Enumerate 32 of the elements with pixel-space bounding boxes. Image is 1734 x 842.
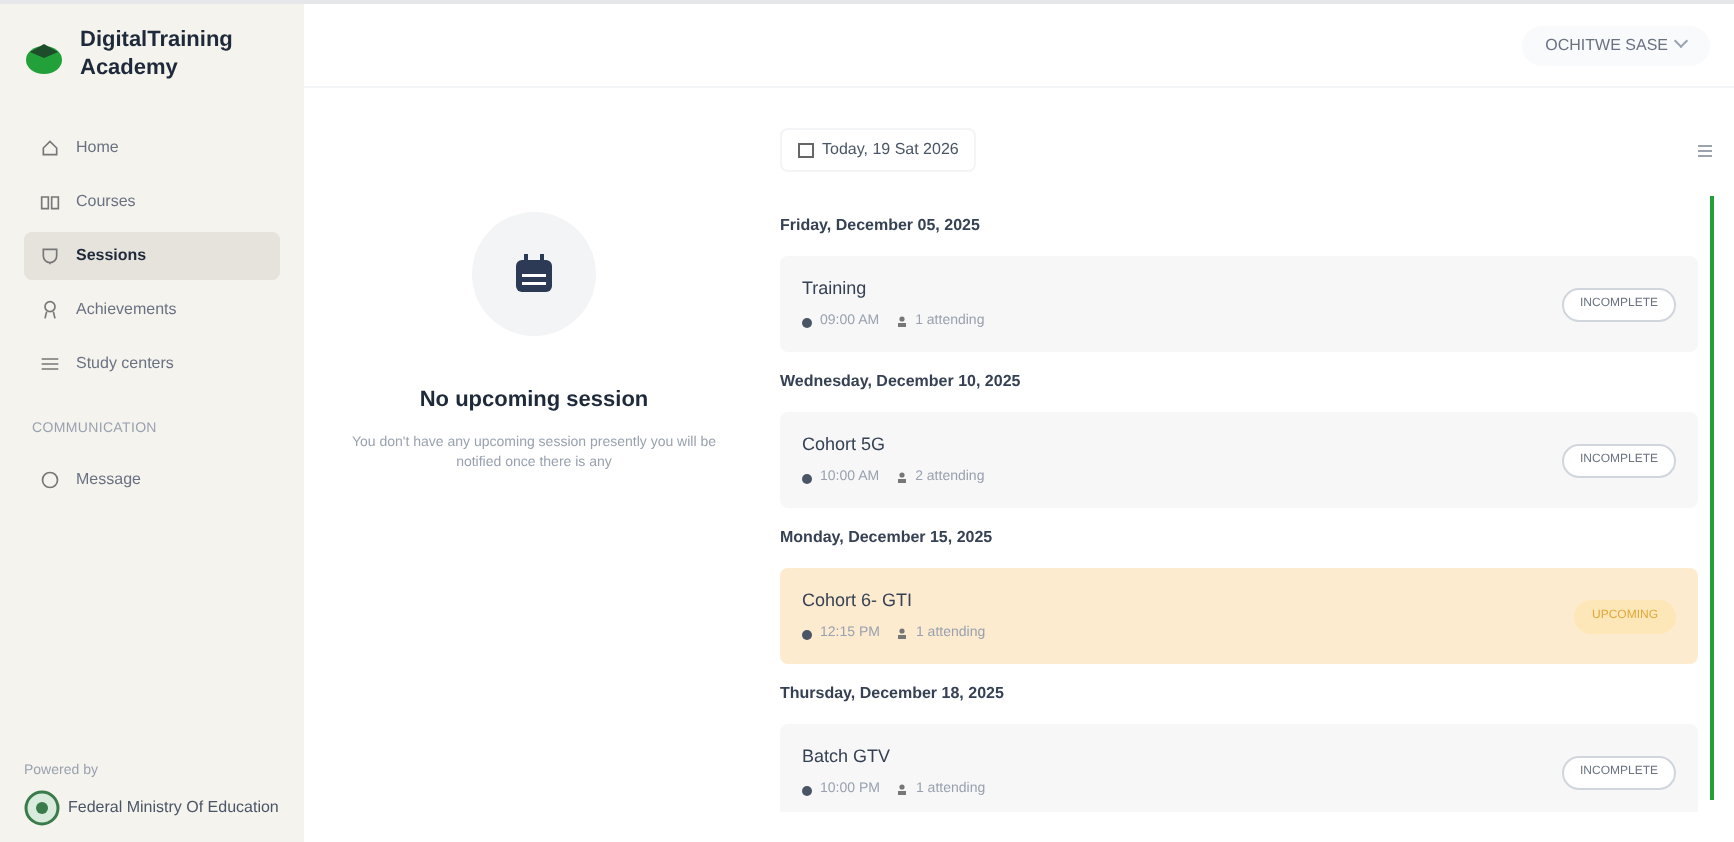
date-field[interactable]: Today, 19 Sat 2026: [780, 128, 977, 172]
date-heading: Thursday, December 18, 2025: [780, 682, 1006, 706]
award-icon: [40, 299, 60, 319]
brand-name: DigitalTraining Academy: [80, 28, 235, 83]
nav-item[interactable]: Study centers: [24, 339, 280, 387]
date-heading: Friday, December 05, 2025: [780, 214, 982, 238]
emblem-icon: [24, 790, 60, 826]
nav-item[interactable]: Message: [24, 456, 280, 504]
list-icon: [40, 353, 60, 373]
session-title: Cohort 6- GTI: [802, 587, 915, 613]
person-icon: [895, 784, 908, 797]
filter-icon[interactable]: [1696, 141, 1714, 159]
session-title: Batch GTV: [802, 743, 893, 769]
session-title: Cohort 5G: [802, 431, 888, 457]
nav-item[interactable]: Courses: [24, 177, 280, 225]
person-icon: [895, 628, 908, 641]
empty-state-title: No upcoming session: [419, 386, 649, 416]
nav-item[interactable]: Sessions: [24, 231, 280, 279]
date-heading: Monday, December 15, 2025: [780, 526, 995, 550]
calendar-icon: [798, 142, 814, 158]
date-heading: Wednesday, December 10, 2025: [780, 370, 1023, 394]
nav-item[interactable]: Achievements: [24, 285, 280, 333]
user-menu-button[interactable]: OCHITWE SASE: [1521, 25, 1710, 65]
nav-item[interactable]: Home: [24, 123, 280, 171]
scrollbar[interactable]: [1710, 196, 1714, 800]
book-icon: [40, 191, 60, 211]
person-icon: [895, 316, 908, 329]
chat-icon: [40, 470, 60, 490]
person-icon: [895, 472, 908, 485]
home-icon: [40, 137, 60, 157]
session-title: Training: [802, 275, 869, 302]
organization-name: Federal Ministry Of Education: [68, 796, 279, 820]
